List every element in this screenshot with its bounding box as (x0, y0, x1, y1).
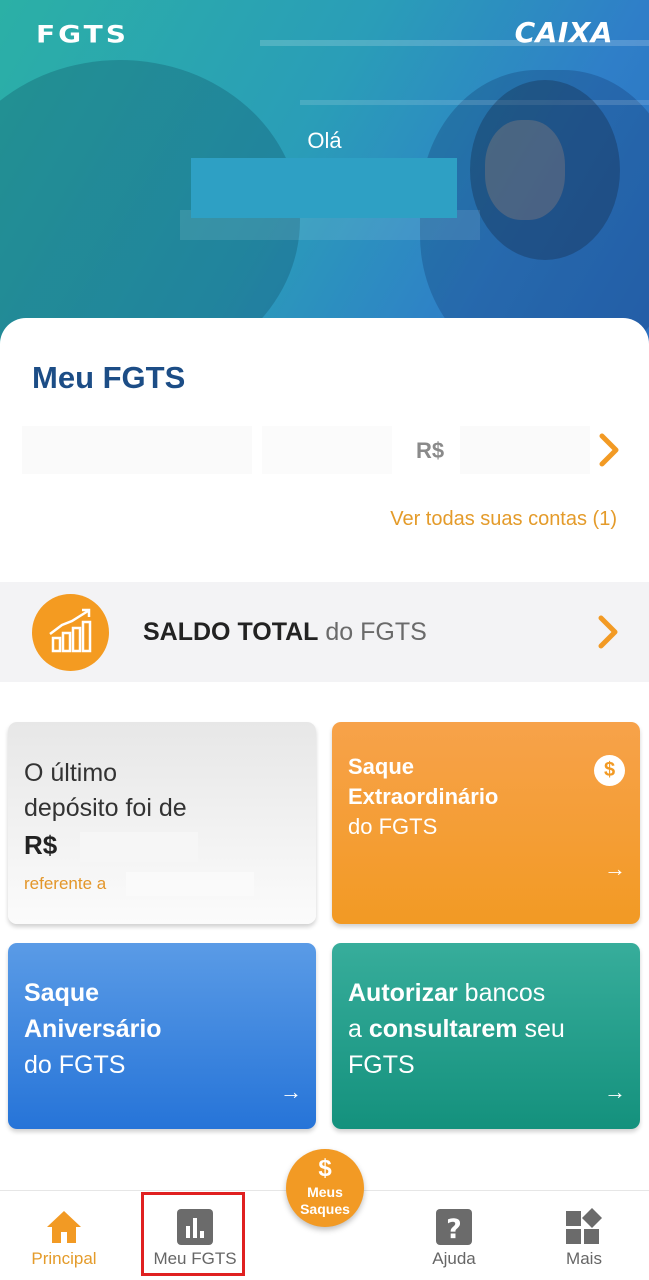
deposit-text-line: depósito foi de (24, 794, 187, 822)
dollar-icon: $ (318, 1155, 332, 1182)
aniversario-title: Saque Aniversário do FGTS (24, 975, 162, 1083)
extraordinario-line: Extraordinário (348, 784, 499, 809)
account-name-redacted (22, 426, 252, 474)
main-card: Meu FGTS R$ Ver todas suas contas (1) SA… (0, 318, 649, 1198)
home-icon (47, 1211, 81, 1243)
hero-banner: FGTS CAIXA Olá (0, 0, 649, 360)
autorizar-bold: consultarem (368, 1015, 518, 1043)
autorizar-text: bancos (457, 979, 546, 1007)
autorizar-line: a consultarem seu (348, 1011, 565, 1047)
saque-aniversario-tile[interactable]: Saque Aniversário do FGTS → (8, 943, 316, 1129)
autorizar-line: FGTS (348, 1051, 415, 1079)
growth-chart-icon (32, 594, 109, 671)
nav-label: Mais (566, 1249, 602, 1268)
account-info-redacted (262, 426, 392, 474)
chevron-right-icon[interactable] (594, 430, 624, 470)
account-balance-redacted (460, 426, 590, 474)
autorizar-text: seu (517, 1015, 565, 1043)
fgts-logo: FGTS (36, 20, 129, 49)
fab-label: Saques (300, 1201, 350, 1217)
aniversario-line: Saque (24, 979, 100, 1007)
autorizar-text: a (348, 1015, 369, 1043)
highlight-annotation (141, 1192, 245, 1276)
saldo-total-label: SALDO TOTAL do FGTS (143, 618, 427, 647)
chevron-right-icon[interactable] (593, 612, 623, 652)
deposit-reference: referente a (24, 874, 107, 893)
deposit-text-line: O último (24, 759, 118, 787)
fab-label: Meus (307, 1184, 343, 1200)
nav-label: Principal (31, 1249, 97, 1268)
deposit-value-redacted (80, 832, 198, 862)
arrow-right-icon: → (280, 1079, 302, 1104)
autorizar-bold: Autorizar (348, 979, 458, 1007)
saque-extraordinario-tile[interactable]: Saque Extraordinário do FGTS $ → (332, 722, 640, 924)
arrow-right-icon: → (604, 1079, 626, 1104)
help-icon: ? (436, 1209, 472, 1245)
aniversario-line: do FGTS (24, 1051, 126, 1079)
greeting-text: Olá (307, 128, 342, 153)
more-grid-icon (566, 1208, 602, 1244)
nav-item-mais[interactable]: Mais (529, 1191, 639, 1280)
nav-label: Ajuda (432, 1249, 476, 1268)
svg-text:?: ? (446, 1214, 462, 1245)
extraordinario-title: Saque Extraordinário do FGTS (348, 752, 498, 842)
meus-saques-button[interactable]: $ Meus Saques (286, 1149, 364, 1227)
deposit-reference-redacted (126, 872, 254, 896)
autorizar-bancos-tile[interactable]: Autorizar bancos a consultarem seu FGTS … (332, 943, 640, 1129)
nav-item-ajuda[interactable]: ? Ajuda (399, 1191, 509, 1280)
autorizar-title: Autorizar bancos a consultarem seu FGTS (348, 975, 565, 1083)
caixa-logo: CAIXA (514, 16, 613, 49)
saldo-total-suffix: do FGTS (318, 618, 427, 646)
aniversario-line: Aniversário (24, 1015, 162, 1043)
dollar-icon: $ (594, 755, 625, 786)
account-row[interactable]: R$ (22, 426, 622, 476)
user-name-redacted (191, 158, 457, 218)
arrow-right-icon: → (604, 856, 626, 881)
app-screen: FGTS CAIXA Olá Meu FGTS R$ Ver todas sua… (0, 0, 649, 1280)
extraordinario-line: do FGTS (348, 814, 438, 839)
meu-fgts-title: Meu FGTS (32, 360, 186, 395)
deposit-currency: R$ (24, 830, 58, 860)
account-currency: R$ (416, 438, 445, 463)
nav-item-principal[interactable]: Principal (9, 1191, 119, 1280)
extraordinario-line: Saque (348, 754, 415, 779)
see-all-accounts-link[interactable]: Ver todas suas contas (1) (390, 508, 617, 531)
saldo-total-row[interactable]: SALDO TOTAL do FGTS (0, 582, 649, 682)
autorizar-line: Autorizar bancos (348, 975, 565, 1011)
last-deposit-tile[interactable]: O último depósito foi de R$ referente a (8, 722, 316, 924)
saldo-total-bold: SALDO TOTAL (143, 618, 319, 646)
